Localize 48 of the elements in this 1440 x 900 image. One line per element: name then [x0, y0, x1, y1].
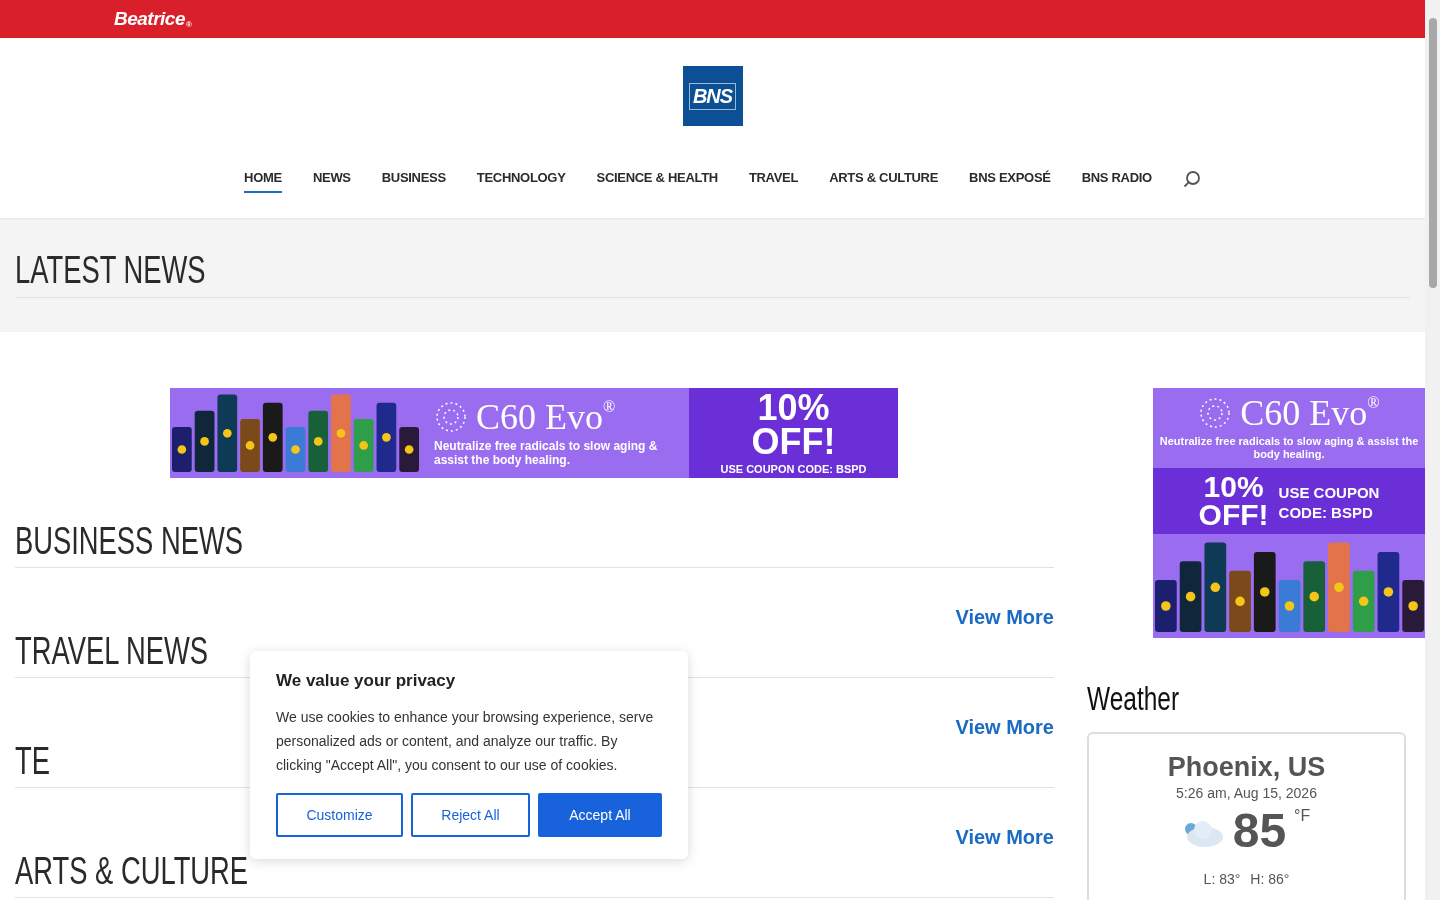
ad-tagline: Neutralize free radicals to slow aging & assist the body healing. — [434, 438, 659, 468]
cookie-button[interactable]: Customize — [276, 793, 403, 837]
molecule-icon — [1198, 395, 1233, 430]
nav-link[interactable]: BNS EXPOSÉ — [969, 164, 1051, 193]
section-title: TE — [15, 739, 50, 783]
nav-link[interactable]: BNS RADIO — [1081, 164, 1152, 193]
ad-banner[interactable]: C60 Evo® Neutralize free radicals to slow aging & assist the body healing. 10% OFF! USE COUPON CODE: BSPD — [1153, 388, 1425, 638]
ad-tagline: Neutralize free radicals to slow aging & assist the body healing. — [1158, 434, 1420, 462]
weather-location: Phoenix, US — [1167, 752, 1326, 783]
view-more-link[interactable]: View More — [955, 825, 1054, 849]
section-title: ARTS & CULTURE — [15, 849, 249, 893]
ad-brand: C60 Evo® — [1240, 394, 1380, 431]
view-more-link[interactable]: View More — [955, 605, 1054, 629]
temperature-unit: °F — [1294, 807, 1311, 825]
page-title: LATEST NEWS — [15, 248, 206, 292]
nav-link[interactable]: TECHNOLOGY — [476, 164, 566, 193]
ad-offer: 10% — [1202, 472, 1265, 501]
high-temperature: H: 86° — [1250, 871, 1290, 887]
cookie-button[interactable]: Reject All — [411, 793, 530, 837]
site-logo[interactable]: BNS — [682, 66, 743, 126]
brand-logo[interactable]: Beatrice® — [114, 8, 192, 30]
nav-link[interactable]: SCIENCE & HEALTH — [596, 164, 718, 193]
nav-link[interactable]: BUSINESS — [381, 164, 446, 193]
scrollbar[interactable] — [1425, 0, 1440, 900]
ad-coupon: CODE: BSPD — [1278, 505, 1374, 522]
ad-offer: OFF! — [751, 424, 836, 460]
view-more-link[interactable]: View More — [955, 715, 1054, 739]
nav-link[interactable]: HOME — [244, 164, 282, 193]
search-icon[interactable] — [1182, 169, 1201, 188]
accept-button[interactable]: Accept All — [538, 793, 662, 837]
ad-offer: OFF! — [1198, 501, 1269, 530]
ad-banner[interactable]: C60 Evo® Neutralize free radicals to slow aging & assist the body healing. 10% OFF! USE COUPON CODE: BSPD — [170, 388, 898, 478]
ad-brand: C60 Evo® — [476, 398, 616, 435]
widget-title: Weather — [1087, 678, 1180, 718]
section-title: TRAVEL NEWS — [15, 629, 209, 673]
ad-coupon: USE COUPON CODE: BSPD — [720, 463, 867, 476]
molecule-icon — [434, 399, 468, 434]
dialog-title: We value your privacy — [276, 671, 457, 691]
temperature: 85 — [1232, 807, 1287, 855]
ad-offer: 10% — [757, 390, 830, 425]
low-temperature: L: 83° — [1203, 871, 1241, 887]
nav-link[interactable]: ARTS & CULTURE — [829, 164, 939, 193]
nav-link[interactable]: TRAVEL — [748, 164, 799, 193]
dialog-text: We use cookies to enhance your browsing experience, serve personalized ads or content, and analyze our traffic. By clicking "Accept All", you consent to our use of cookies. — [276, 708, 655, 775]
nav-link[interactable]: NEWS — [312, 164, 351, 193]
section-title: BUSINESS NEWS — [15, 519, 244, 563]
weather-datetime: 5:26 am, Aug 15, 2026 — [1176, 785, 1317, 801]
ad-coupon: USE COUPON — [1278, 484, 1380, 501]
